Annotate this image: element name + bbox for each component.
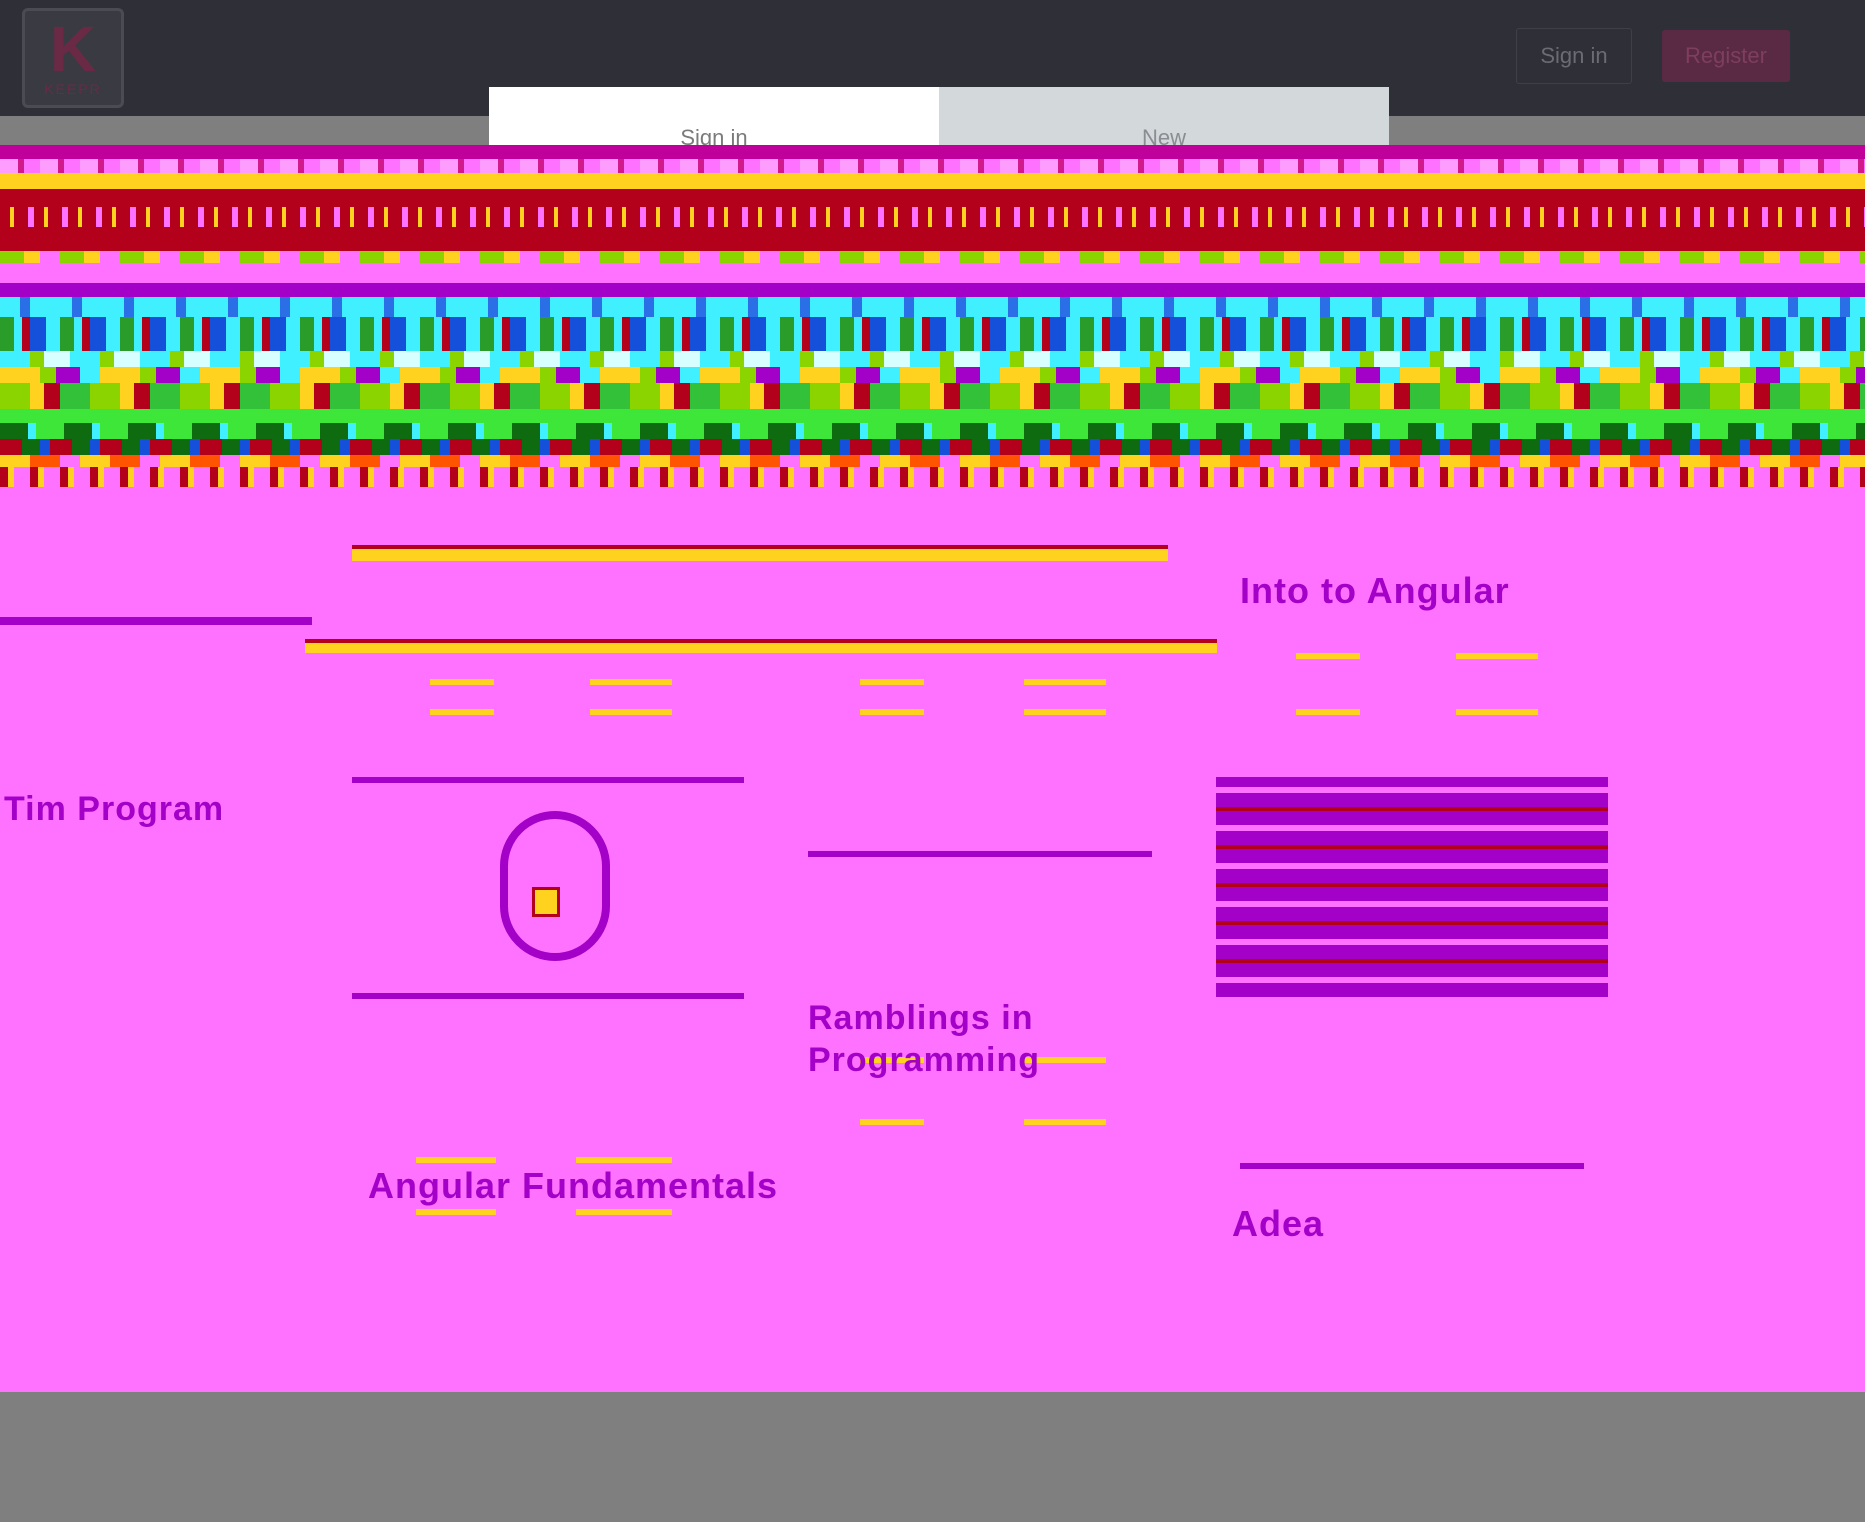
tab-signin[interactable]: Sign in [489,87,939,149]
noise-band [0,207,1865,227]
noise-band [0,159,1865,173]
noise-block [0,617,312,625]
noise-block [430,679,494,715]
noise-block [352,993,744,999]
noise-band [0,423,1865,439]
noise-band [0,263,1865,283]
noise-block [352,777,744,783]
noise-block [1456,653,1538,715]
noise-block [860,679,924,715]
signin-button[interactable]: Sign in [1516,28,1632,84]
noise-block [1240,1163,1584,1169]
noise-band [0,283,1865,297]
noise-block [808,851,1152,857]
noise-block [590,679,672,715]
card-title: Tim Program [4,790,225,828]
card-title: Angular Fundamentals [368,1165,779,1206]
register-button[interactable]: Register [1662,30,1790,82]
keepr-logo[interactable]: K KEEPR [22,8,124,108]
noise-block [532,887,560,917]
noise-band [0,317,1865,351]
tab-new[interactable]: New [939,87,1389,149]
noise-block [1296,653,1360,715]
noise-block [500,811,610,961]
card-title: Into to Angular [1240,570,1510,611]
noise-band [0,467,1865,487]
card-title: Ramblings in Programming [808,999,1041,1079]
noise-band [0,297,1865,317]
noise-band [0,367,1865,383]
noise-band [0,455,1865,467]
corrupted-render-area: Into to Angular Tim Program Ramblings in… [0,145,1865,1392]
noise-band [0,351,1865,367]
noise-band [0,173,1865,189]
noise-band [0,439,1865,455]
noise-block [1216,777,1608,997]
noise-band [0,409,1865,423]
auth-modal-tabs: Sign in New [489,87,1389,149]
card-title: Adea [1232,1203,1325,1244]
noise-block [1024,679,1106,715]
noise-block [352,545,1168,561]
noise-band [0,251,1865,263]
noise-block [305,639,1217,653]
noise-band [0,145,1865,159]
noise-band [0,383,1865,409]
logo-wordmark: KEEPR [44,81,102,97]
logo-letter: K [49,13,97,85]
